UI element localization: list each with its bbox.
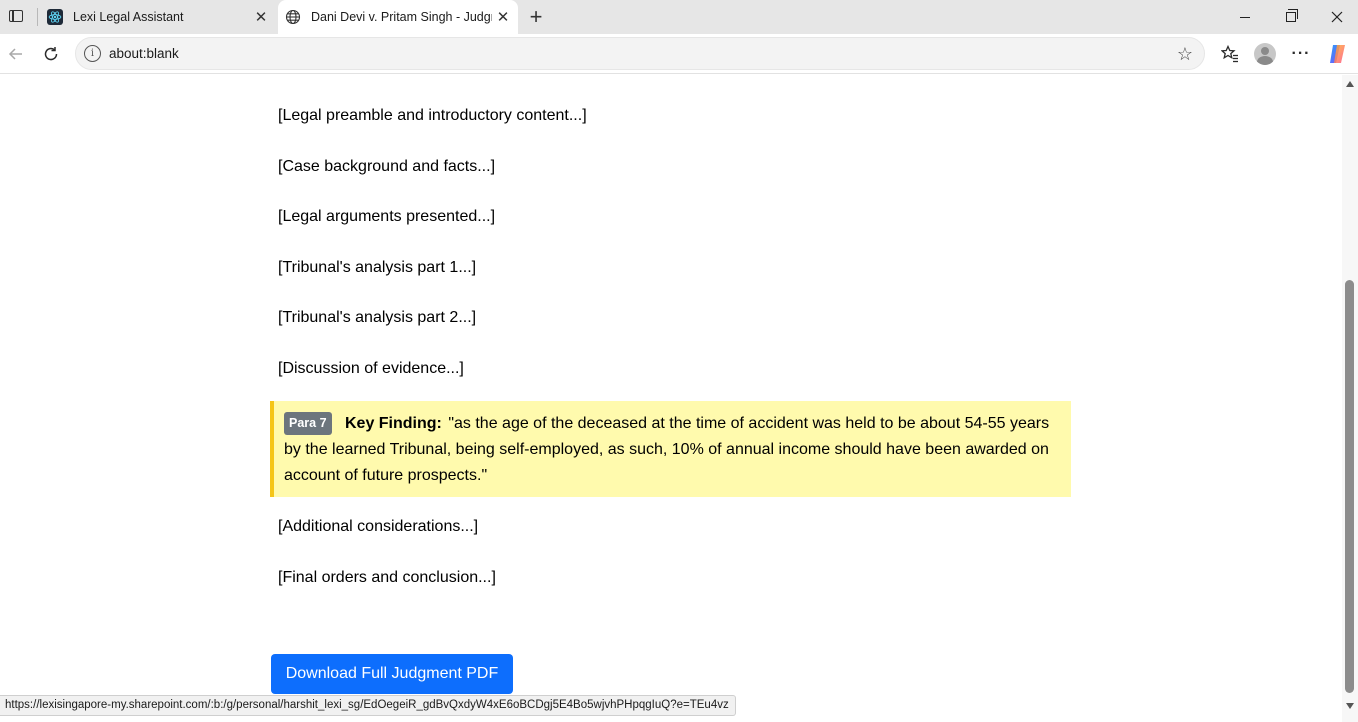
globe-icon (285, 9, 301, 25)
react-icon (47, 9, 63, 25)
close-tab-icon[interactable]: ✕ (492, 6, 514, 28)
minimize-icon (1240, 16, 1250, 18)
tab-judgment[interactable]: Dani Devi v. Pritam Singh - Judgm ✕ (278, 0, 518, 34)
scrollbar-thumb[interactable] (1345, 280, 1354, 693)
tab-title: Dani Devi v. Pritam Singh - Judgm (311, 10, 492, 24)
minimize-button[interactable] (1222, 0, 1268, 34)
link-status-bar: https://lexisingapore-my.sharepoint.com/… (0, 695, 736, 716)
more-menu-button[interactable]: ··· (1287, 40, 1315, 68)
key-finding-highlight: Para 7 Key Finding: "as the age of the d… (270, 401, 1071, 497)
profile-button[interactable] (1251, 40, 1279, 68)
document-paragraph: [Case background and facts...] (278, 158, 496, 175)
tab-strip: Lexi Legal Assistant ✕ Dani Devi v. Prit… (0, 0, 1358, 34)
key-finding-text: Para 7 Key Finding: "as the age of the d… (284, 411, 1053, 489)
vertical-scrollbar[interactable] (1342, 75, 1358, 722)
scroll-up-arrow-icon[interactable] (1346, 81, 1354, 87)
tab-lexi-legal-assistant[interactable]: Lexi Legal Assistant ✕ (40, 0, 276, 34)
back-arrow-icon (8, 48, 22, 60)
address-bar[interactable]: i about:blank ☆ (75, 37, 1205, 70)
restore-button[interactable] (1268, 0, 1314, 34)
document-paragraph: [Additional considerations...] (278, 518, 479, 535)
document-paragraph: [Discussion of evidence...] (278, 360, 464, 377)
tab-divider (37, 8, 38, 26)
close-window-button[interactable] (1314, 0, 1358, 34)
key-finding-label: Key Finding: (344, 415, 442, 432)
document-paragraph: [Legal arguments presented...] (278, 208, 496, 225)
document-paragraph: [Final orders and conclusion...] (278, 569, 496, 586)
tab-title: Lexi Legal Assistant (73, 10, 184, 24)
address-text[interactable]: about:blank (109, 46, 179, 61)
close-tab-icon[interactable]: ✕ (250, 6, 272, 28)
restore-icon (1286, 9, 1298, 22)
copilot-button[interactable] (1324, 40, 1352, 68)
document-paragraph: [Tribunal's analysis part 1...] (278, 259, 477, 276)
back-button[interactable] (2, 40, 30, 68)
copilot-icon (1330, 45, 1345, 63)
favorite-star-icon[interactable]: ☆ (1174, 43, 1196, 65)
tab-actions-icon (9, 10, 23, 22)
avatar (1254, 43, 1276, 65)
info-icon[interactable]: i (84, 45, 101, 62)
download-pdf-button[interactable]: Download Full Judgment PDF (271, 654, 513, 694)
favorites-button[interactable] (1216, 40, 1244, 68)
browser-toolbar: i about:blank ☆ ··· (0, 34, 1358, 74)
tab-actions-button[interactable] (4, 4, 28, 28)
new-tab-button[interactable]: + (524, 4, 548, 29)
close-icon (1331, 11, 1343, 23)
page-viewport: [Legal preamble and introductory content… (0, 75, 1342, 722)
document-paragraph: [Tribunal's analysis part 2...] (278, 309, 477, 326)
paragraph-badge: Para 7 (284, 412, 332, 435)
reload-icon (44, 47, 58, 61)
scroll-down-arrow-icon[interactable] (1346, 703, 1354, 709)
document-paragraph: [Legal preamble and introductory content… (278, 107, 587, 124)
favorites-list-icon (1221, 45, 1238, 63)
reload-button[interactable] (37, 40, 65, 68)
